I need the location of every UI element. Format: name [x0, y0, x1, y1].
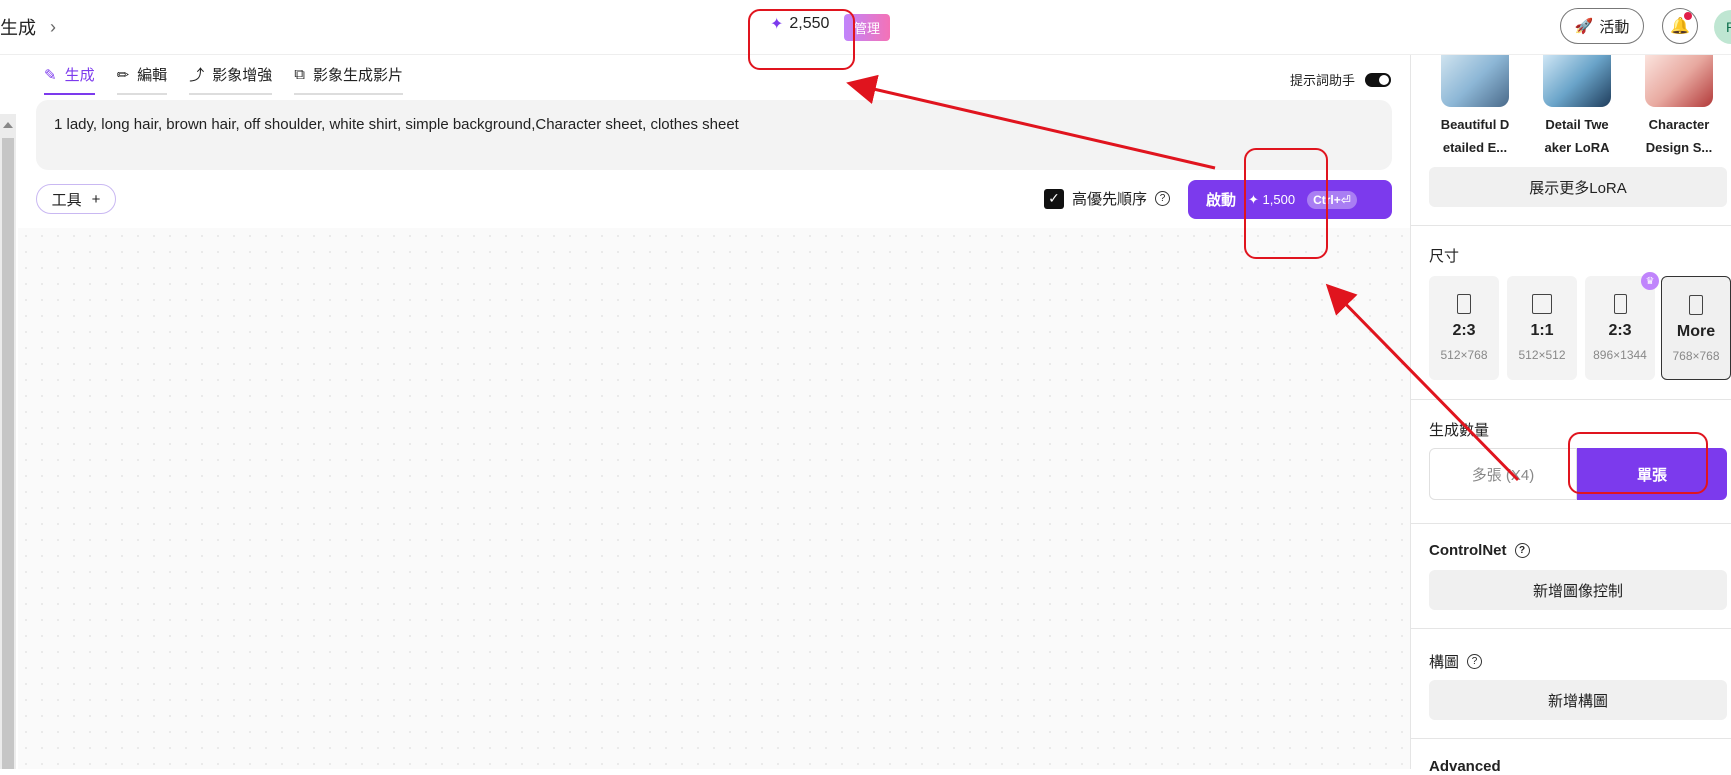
tab-label: 生成	[64, 67, 95, 84]
chevron-right-icon: ›	[50, 16, 56, 37]
adjust-size-icon	[1689, 295, 1703, 315]
start-label: 啟動	[1206, 192, 1237, 209]
breadcrumb: 生成 ›	[0, 14, 56, 40]
top-header: 生成 › ✦ 2,550 管理 🚀 活動 🔔 R	[0, 0, 1731, 55]
lora-name-line: Detail Twe	[1545, 117, 1609, 132]
quantity-title: 生成數量	[1429, 422, 1490, 439]
activity-button[interactable]: 🚀 活動	[1560, 8, 1644, 44]
help-icon[interactable]: ?	[1467, 654, 1483, 669]
prompt-helper-label: 提示詞助手	[1290, 73, 1356, 88]
lora-name-line: aker LoRA	[1544, 140, 1610, 155]
add-controlnet-button[interactable]: 新增圖像控制	[1429, 570, 1727, 610]
prompt-helper-toggle[interactable]	[1365, 72, 1392, 87]
size-ratio: 1:1	[1530, 322, 1554, 339]
lora-thumbnail[interactable]	[1645, 55, 1713, 107]
tab-edit[interactable]: ✏ 編輯	[116, 64, 168, 95]
left-scrollbar[interactable]	[0, 114, 16, 769]
tools-label: 工具	[51, 191, 82, 209]
portrait-icon	[1613, 294, 1627, 314]
notification-dot	[1684, 12, 1692, 20]
mode-tabs: ✎ 生成 ✏ 編輯 ⤴ 影象增強 ⧉ 影象生成影片	[44, 64, 403, 95]
tab-enhance[interactable]: ⤴ 影象增強	[189, 64, 273, 95]
notification-button[interactable]: 🔔	[1662, 8, 1698, 44]
priority-checkbox[interactable]: ✓	[1044, 188, 1064, 209]
portrait-icon	[1457, 294, 1471, 314]
size-title: 尺寸	[1429, 248, 1460, 265]
add-composition-button[interactable]: 新增構圖	[1429, 680, 1727, 720]
image-to-video-icon: ⧉	[294, 66, 305, 83]
tab-label: 編輯	[137, 67, 168, 84]
scroll-up-icon[interactable]	[3, 122, 13, 128]
annotation-box-single	[1568, 432, 1708, 494]
lora-name-line: Beautiful D	[1440, 117, 1510, 132]
advanced-section-toggle[interactable]: Advanced	[1429, 758, 1501, 775]
tools-button[interactable]: 工具 +	[36, 184, 116, 214]
size-pixels: 512×512	[1518, 348, 1566, 362]
lora-name[interactable]: Detail Twe aker LoRA	[1531, 113, 1623, 159]
composition-title: 構圖 ?	[1429, 651, 1483, 672]
image-canvas	[18, 228, 1410, 769]
divider	[1411, 523, 1731, 524]
divider	[1411, 628, 1731, 629]
quantity-multi-option[interactable]: 多張 (X4)	[1429, 448, 1577, 500]
lora-name-line: etailed E...	[1442, 140, 1508, 155]
size-option[interactable]: ♛ 2:3 896×1344	[1585, 272, 1659, 380]
plus-icon: +	[91, 190, 101, 208]
activity-label: 活動	[1599, 18, 1630, 36]
lora-thumbnail[interactable]	[1543, 55, 1611, 107]
breadcrumb-label[interactable]: 生成	[0, 14, 36, 40]
tab-label: 影象增強	[212, 67, 273, 84]
composition-label: 構圖	[1429, 654, 1460, 671]
size-option[interactable]: 2:3 512×768	[1429, 276, 1499, 380]
size-ratio: 2:3	[1608, 322, 1632, 339]
avatar[interactable]: R	[1714, 10, 1731, 44]
priority-label: 高優先順序	[1072, 191, 1148, 208]
lora-name[interactable]: Beautiful D etailed E...	[1429, 113, 1521, 159]
square-icon	[1532, 294, 1552, 314]
lora-thumbnail[interactable]	[1441, 55, 1509, 107]
enhance-icon: ⤴	[189, 67, 205, 84]
tab-image-to-video[interactable]: ⧉ 影象生成影片	[294, 64, 403, 95]
tab-label: 影象生成影片	[312, 67, 403, 84]
lora-name-line: Design S...	[1645, 140, 1713, 155]
advanced-label: Advanced	[1429, 758, 1501, 775]
controlnet-label: ControlNet	[1429, 542, 1507, 559]
pencil-icon: ✏	[116, 66, 130, 84]
divider	[1411, 225, 1731, 226]
prompt-helper: 提示詞助手	[1290, 70, 1392, 89]
settings-panel: Beautiful D etailed E... Detail Twe aker L…	[1410, 55, 1731, 775]
crown-icon: ♛	[1641, 272, 1659, 290]
size-pixels: 512×768	[1440, 348, 1488, 362]
divider	[1411, 738, 1731, 739]
size-option-selected[interactable]: More 768×768	[1661, 276, 1731, 380]
priority-option: ✓ 高優先順序 ?	[1044, 188, 1171, 209]
controlnet-title: ControlNet ?	[1429, 542, 1530, 559]
size-pixels: 896×1344	[1593, 348, 1647, 362]
rocket-icon: 🚀	[1574, 18, 1594, 35]
lora-name[interactable]: Character Design S...	[1633, 113, 1725, 159]
tab-generate[interactable]: ✎ 生成	[44, 64, 95, 95]
help-icon[interactable]: ?	[1155, 191, 1171, 206]
annotation-box-credits	[748, 9, 855, 70]
annotation-box-cost	[1244, 148, 1328, 259]
size-pixels: 768×768	[1672, 349, 1720, 363]
prompt-input[interactable]: 1 lady, long hair, brown hair, off shoul…	[36, 100, 1392, 170]
size-ratio: More	[1676, 323, 1716, 340]
size-option[interactable]: 1:1 512×512	[1507, 276, 1577, 380]
pen-icon: ✎	[44, 66, 57, 84]
show-more-lora-button[interactable]: 展示更多LoRA	[1429, 167, 1727, 207]
help-icon[interactable]: ?	[1514, 543, 1530, 558]
size-ratio: 2:3	[1452, 322, 1476, 339]
scrollbar-thumb[interactable]	[2, 138, 14, 769]
divider	[1411, 399, 1731, 400]
lora-name-line: Character	[1648, 117, 1710, 132]
